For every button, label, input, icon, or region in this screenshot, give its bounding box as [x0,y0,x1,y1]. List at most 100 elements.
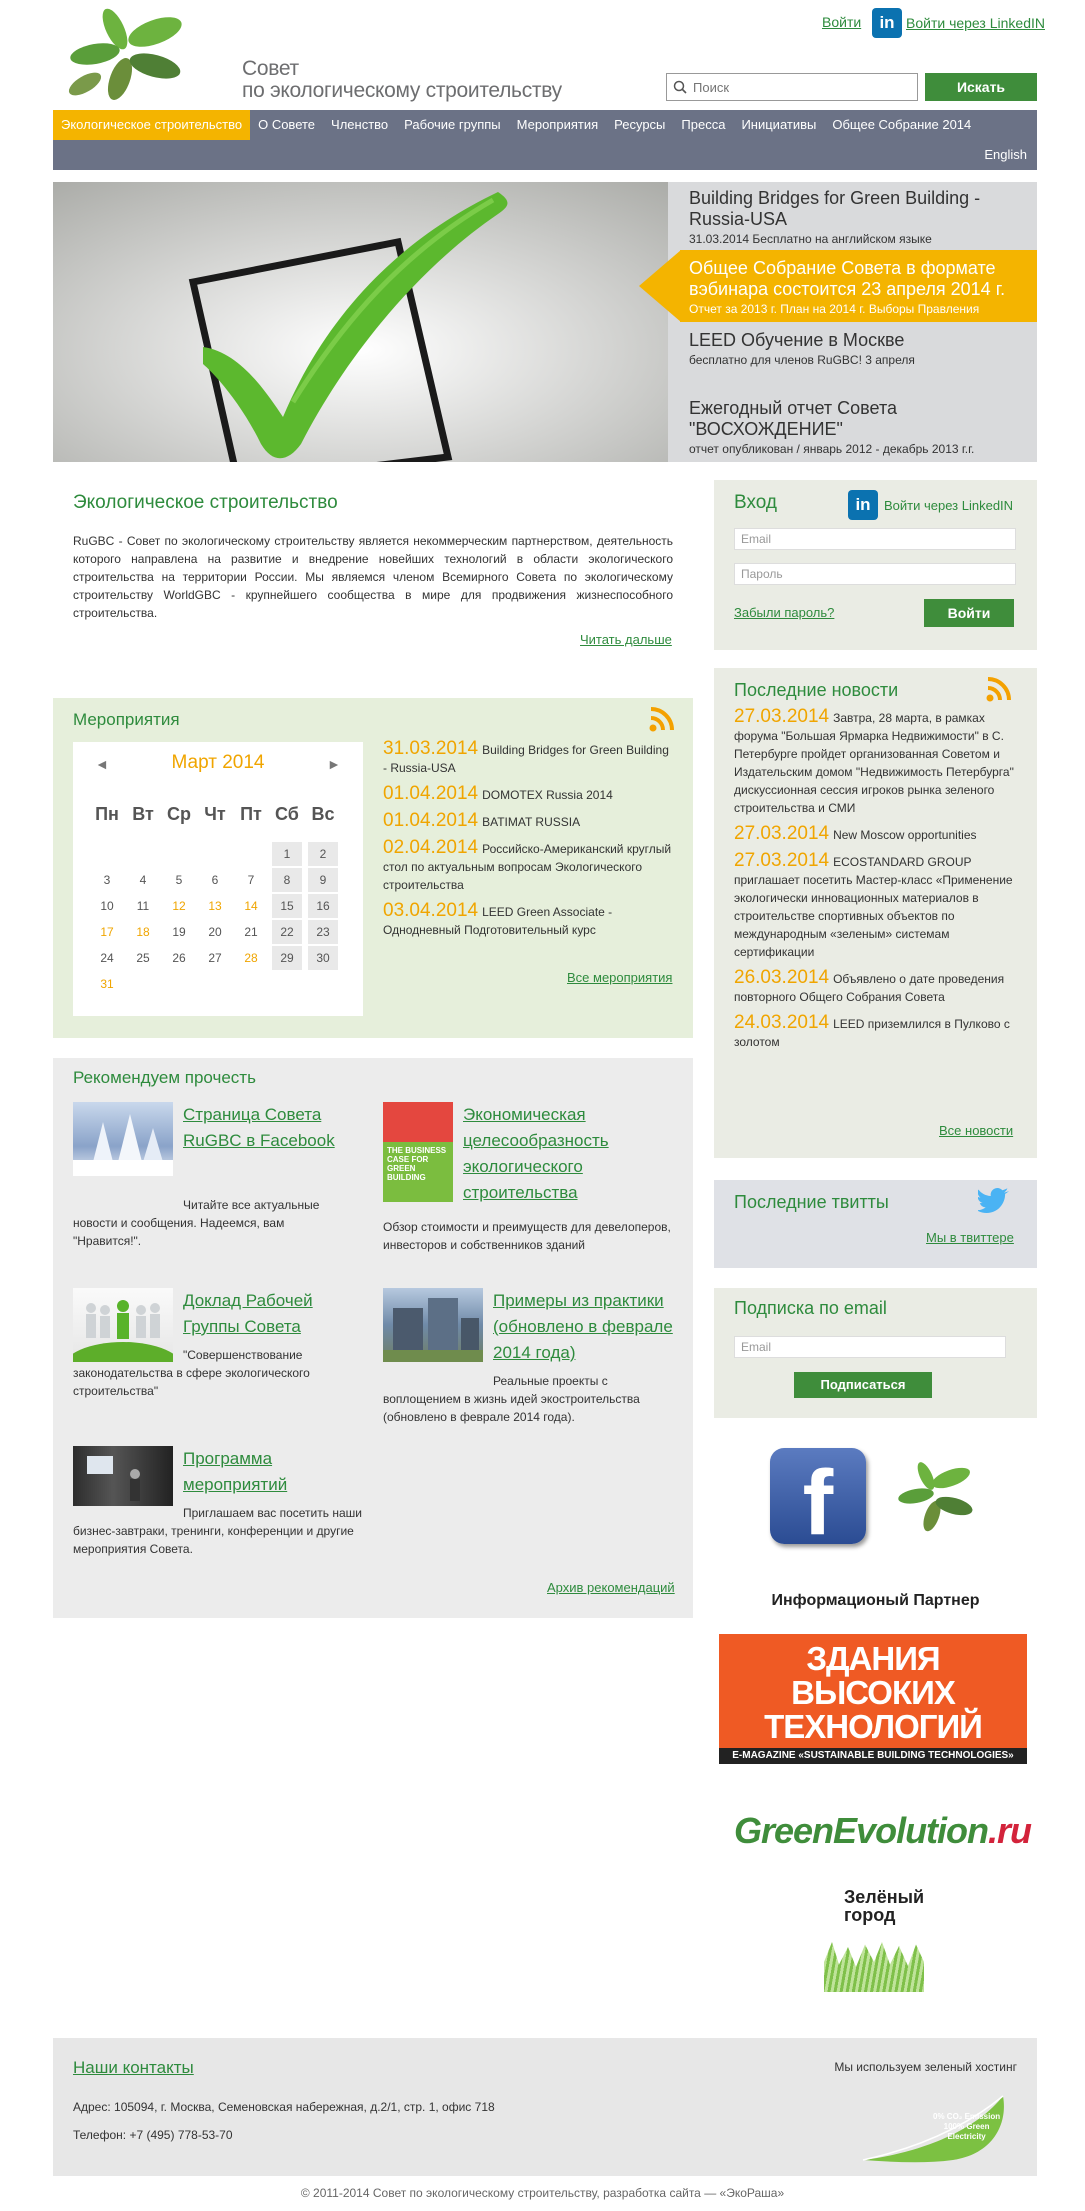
news-item[interactable]: 24.03.2014 LEED приземлился в Пулково с з… [734,1013,1024,1051]
recommend-link[interactable]: Доклад Рабочей Группы Совета [183,1288,353,1340]
calendar-next-button[interactable]: ► [327,756,341,772]
calendar-day[interactable]: 20 [200,920,230,944]
header-login-link[interactable]: Войти [822,14,861,30]
login-email-field[interactable]: Email [734,528,1016,550]
nav-item[interactable]: Ресурсы [606,110,673,140]
nav-item[interactable]: Общее Собрание 2014 [824,110,979,140]
nav-item[interactable]: Экологическое строительство [53,110,251,140]
login-linkedin-button[interactable]: in Войти через LinkedIN [848,490,1013,520]
calendar-day[interactable]: 19 [164,920,194,944]
calendar-day[interactable]: 26 [164,946,194,970]
recommend-link[interactable]: Страница Совета RuGBC в Facebook [183,1102,363,1154]
subscribe-email-field[interactable]: Email [734,1336,1006,1358]
banner-item-3[interactable]: LEED Обучение в Москве бесплатно для чле… [689,330,1029,367]
events-title: Мероприятия [73,710,180,729]
nav-english-link[interactable]: English [984,140,1027,170]
calendar-day[interactable]: 6 [200,868,230,892]
twitter-link[interactable]: Мы в твиттере [926,1230,1014,1245]
nav-item[interactable]: Мероприятия [509,110,607,140]
news-item[interactable]: 26.03.2014 Объявлено о дате проведения по… [734,968,1024,1006]
forgot-password-link[interactable]: Забыли пароль? [734,605,834,620]
read-more-link[interactable]: Читать дальше [580,632,672,647]
calendar-day[interactable]: 29 [272,946,302,970]
calendar-day[interactable]: 9 [308,868,338,892]
calendar-day[interactable]: 28 [236,946,266,970]
banner-item-1[interactable]: Building Bridges for Green Building - Ru… [689,188,1029,246]
contacts-link[interactable]: Наши контакты [73,2058,194,2078]
calendar-day[interactable]: 11 [128,894,158,918]
book-cover-thumbnail[interactable]: THE BUSINESS CASE FOR GREEN BUILDING [383,1102,453,1202]
all-events-link[interactable]: Все мероприятия [567,970,672,985]
banner-item-sub: бесплатно для членов RuGBC! 3 апреля [689,353,915,367]
presentation-icon [87,1456,140,1501]
rugbc-leaves-icon[interactable] [896,1458,986,1538]
calendar-day[interactable]: 13 [200,894,230,918]
main-nav: Экологическое строительство О Совете Членс… [53,110,1037,170]
recommend-link[interactable]: Программа мероприятий [183,1446,353,1498]
rss-icon[interactable] [986,676,1012,702]
calendar-day[interactable]: 1 [272,842,302,866]
news-item[interactable]: 27.03.2014 ECOSTANDARD GROUP приглашает п… [734,851,1024,961]
subscribe-button[interactable]: Подписаться [794,1372,932,1398]
rss-icon[interactable] [649,706,675,732]
calendar-day[interactable]: 17 [92,920,122,944]
zvt-banner[interactable]: ЗДАНИЯ ВЫСОКИХ ТЕХНОЛОГИЙ E-MAGAZINE «SU… [719,1634,1027,1764]
calendar-day[interactable]: 18 [128,920,158,944]
calendar-prev-button[interactable]: ◄ [95,756,109,772]
calendar-day[interactable]: 31 [92,972,122,996]
rugbc-logo-icon[interactable] [60,4,220,104]
search-input[interactable] [693,79,903,95]
events-program-thumbnail[interactable] [73,1446,173,1506]
calendar-day[interactable]: 30 [308,946,338,970]
search-button[interactable]: Искать [925,73,1037,101]
calendar-day[interactable]: 3 [92,868,122,892]
facebook-icon[interactable]: f [770,1448,866,1554]
calendar-day[interactable]: 27 [200,946,230,970]
winter-forest-thumbnail[interactable] [73,1102,173,1176]
nav-item[interactable]: Рабочие группы [396,110,508,140]
news-item[interactable]: 27.03.2014 Завтра, 28 марта, в рамках фор… [734,707,1024,817]
calendar-day[interactable]: 2 [308,842,338,866]
calendar-day[interactable]: 7 [236,868,266,892]
leaf-line3: Electricity [947,2132,986,2141]
calendar-day[interactable]: 23 [308,920,338,944]
nav-item[interactable]: Инициативы [733,110,824,140]
green-hosting-label: Мы используем зеленый хостинг [834,2060,1017,2074]
login-button[interactable]: Войти [924,599,1014,627]
calendar-day[interactable]: 16 [308,894,338,918]
calendar-day[interactable]: 24 [92,946,122,970]
zeleny-gorod-logo[interactable]: Зелёный город [824,1888,924,1992]
calendar-day[interactable]: 22 [272,920,302,944]
header-linkedin-login[interactable]: in Войти через LinkedIN [872,8,1045,38]
greenevolution-logo[interactable]: GreenEvolution.ru [734,1810,1032,1852]
calendar-day[interactable]: 8 [272,868,302,892]
event-item[interactable]: 31.03.2014 Building Bridges for Green Bui… [383,739,673,777]
event-item[interactable]: 02.04.2014 Российско-Американский круглый… [383,838,673,894]
banner-item-title: Общее Собрание Совета в формате вэбинара… [689,258,1006,299]
calendar-day[interactable]: 10 [92,894,122,918]
practice-examples-thumbnail[interactable] [383,1288,483,1362]
calendar-day[interactable]: 21 [236,920,266,944]
twitter-bird-icon[interactable] [978,1188,1010,1214]
calendar-empty-cell [128,972,158,996]
event-item[interactable]: 03.04.2014 LEED Green Associate - Однодне… [383,901,673,939]
recommend-archive-link[interactable]: Архив рекомендаций [547,1580,675,1595]
nav-item[interactable]: Пресса [673,110,733,140]
all-news-link[interactable]: Все новости [939,1123,1013,1138]
banner-item-2[interactable]: Общее Собрание Совета в формате вэбинара… [689,258,1029,316]
news-item[interactable]: 27.03.2014 New Moscow opportunities [734,824,1024,844]
event-item[interactable]: 01.04.2014 DOMOTEX Russia 2014 [383,784,673,804]
calendar-day[interactable]: 12 [164,894,194,918]
recommend-link[interactable]: Экономическая целесообразность экологиче… [463,1102,663,1206]
event-item[interactable]: 01.04.2014 BATIMAT RUSSIA [383,811,673,831]
calendar-day[interactable]: 25 [128,946,158,970]
nav-item[interactable]: Членство [323,110,396,140]
nav-item[interactable]: О Совете [250,110,323,140]
banner-item-4[interactable]: Ежегодный отчет Совета "ВОСХОЖДЕНИЕ" отч… [689,398,1029,456]
calendar-day[interactable]: 15 [272,894,302,918]
login-password-field[interactable]: Пароль [734,563,1016,585]
calendar-day[interactable]: 5 [164,868,194,892]
recommend-link[interactable]: Примеры из практики (обновлено в феврале… [493,1288,683,1366]
calendar-day[interactable]: 4 [128,868,158,892]
calendar-day[interactable]: 14 [236,894,266,918]
